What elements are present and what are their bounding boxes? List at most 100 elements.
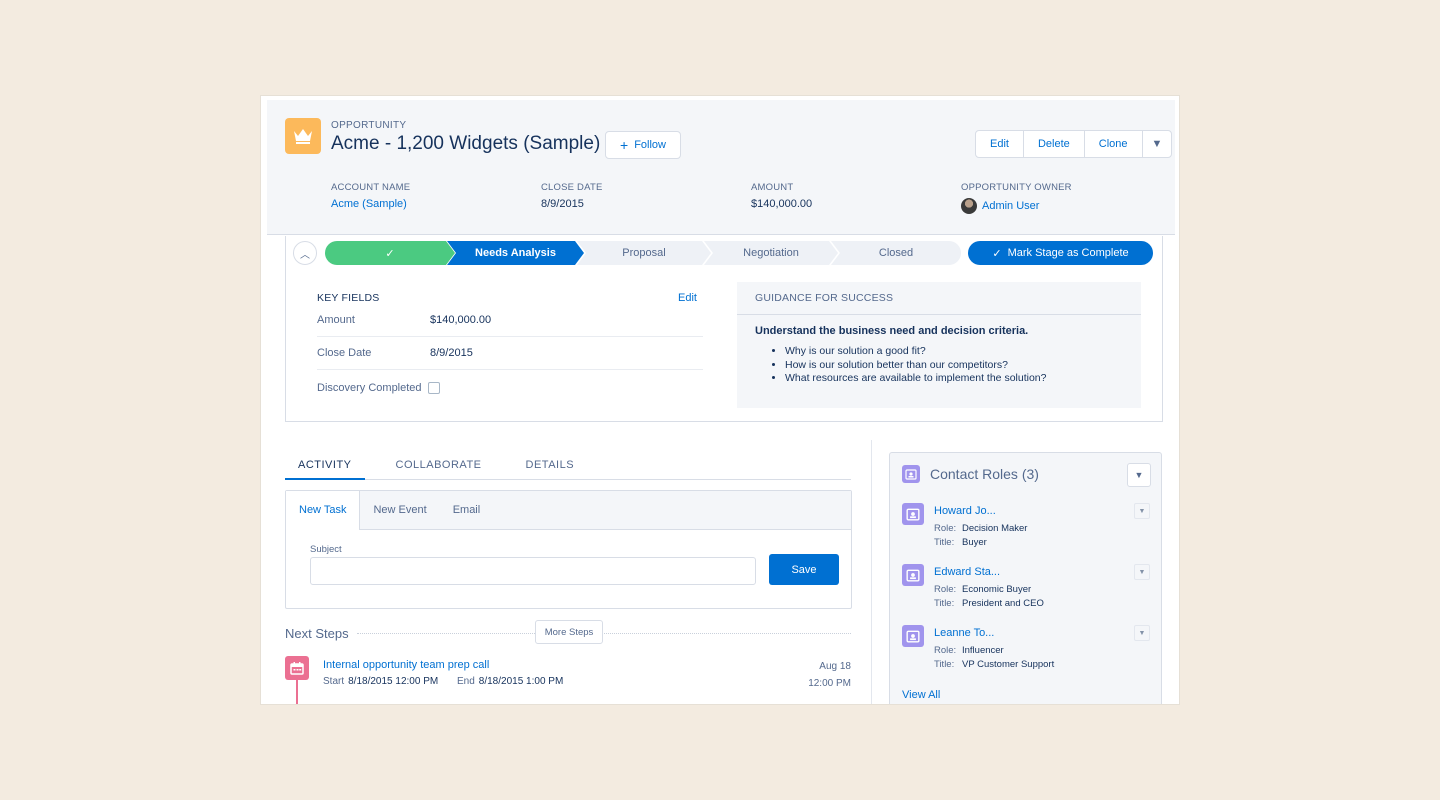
subject-input[interactable] bbox=[310, 557, 756, 585]
field-value: $140,000.00 bbox=[751, 198, 813, 210]
chevron-up-icon: ︿ bbox=[300, 249, 310, 261]
stage-closed[interactable]: Closed bbox=[831, 241, 961, 265]
field-value: $140,000.00 bbox=[430, 314, 492, 326]
event-day: Aug 18 bbox=[819, 661, 851, 672]
contact-name-link[interactable]: Edward Sta... bbox=[934, 566, 1000, 578]
record-type-label: OPPORTUNITY bbox=[331, 120, 407, 131]
role-label: Role: bbox=[934, 584, 957, 595]
tab-collaborate[interactable]: COLLABORATE bbox=[383, 452, 495, 480]
key-fields-edit-link[interactable]: Edit bbox=[678, 292, 697, 304]
clone-button[interactable]: Clone bbox=[1085, 131, 1143, 157]
end-value: 8/18/2015 1:00 PM bbox=[478, 676, 564, 687]
field-label: Close Date bbox=[317, 347, 372, 359]
more-steps-button[interactable]: More Steps bbox=[535, 620, 603, 644]
contact-title: Title: Buyer bbox=[934, 537, 987, 548]
owner-link[interactable]: Admin User bbox=[961, 198, 1072, 214]
header-field-account: ACCOUNT NAME Acme (Sample) bbox=[331, 182, 410, 210]
contact-name-link[interactable]: Leanne To... bbox=[934, 627, 994, 639]
caret-down-icon: ▼ bbox=[1138, 568, 1146, 576]
field-value: 8/9/2015 bbox=[430, 347, 473, 359]
key-field-discovery: Discovery Completed bbox=[317, 370, 703, 406]
view-all-link[interactable]: View All bbox=[902, 689, 940, 701]
title-value: President and CEO bbox=[962, 598, 1044, 609]
contact-roles-header: Contact Roles (3) bbox=[902, 465, 1039, 483]
row-menu-button[interactable]: ▼ bbox=[1134, 625, 1150, 641]
row-menu-button[interactable]: ▼ bbox=[1134, 564, 1150, 580]
end-label: End bbox=[456, 676, 475, 687]
stage-proposal[interactable]: Proposal bbox=[577, 241, 711, 265]
stage-needs-analysis[interactable]: Needs Analysis bbox=[447, 241, 584, 265]
title-label: Title: bbox=[934, 537, 955, 548]
record-header: OPPORTUNITY Acme - 1,200 Widgets (Sample… bbox=[267, 100, 1175, 235]
event-date: Aug 18 12:00 PM bbox=[808, 658, 851, 692]
tab-activity[interactable]: ACTIVITY bbox=[285, 452, 365, 480]
mark-stage-complete-button[interactable]: ✓ Mark Stage as Complete bbox=[968, 241, 1153, 265]
record-actions: Edit Delete Clone ▼ bbox=[975, 130, 1173, 158]
follow-label: Follow bbox=[634, 139, 666, 151]
stage-negotiation[interactable]: Negotiation bbox=[704, 241, 838, 265]
event-icon bbox=[285, 656, 309, 680]
field-label: AMOUNT bbox=[751, 182, 794, 193]
title-value: VP Customer Support bbox=[962, 659, 1055, 670]
field-label: OPPORTUNITY OWNER bbox=[961, 182, 1072, 193]
save-button[interactable]: Save bbox=[769, 554, 839, 585]
field-label: Amount bbox=[317, 314, 355, 326]
discovery-completed-checkbox[interactable] bbox=[427, 382, 440, 394]
title-value: Buyer bbox=[962, 537, 987, 548]
contact-title: Title: President and CEO bbox=[934, 598, 1044, 609]
more-actions-button[interactable]: ▼ bbox=[1143, 131, 1172, 157]
collapse-button[interactable]: ︿ bbox=[293, 241, 317, 265]
check-icon: ✓ bbox=[992, 247, 1002, 260]
role-value: Influencer bbox=[962, 645, 1004, 656]
tab-new-task[interactable]: New Task bbox=[286, 491, 361, 530]
contact-roles-title[interactable]: Contact Roles (3) bbox=[930, 466, 1039, 482]
contact-roles-menu-button[interactable]: ▼ bbox=[1127, 463, 1151, 487]
role-label: Role: bbox=[934, 523, 957, 534]
title-label: Title: bbox=[934, 659, 955, 670]
caret-down-icon: ▼ bbox=[1138, 507, 1146, 515]
tab-new-event[interactable]: New Event bbox=[360, 491, 439, 529]
list-item: Howard Jo... Role: Decision Maker Title: B… bbox=[902, 503, 1152, 557]
edit-button[interactable]: Edit bbox=[976, 131, 1024, 157]
stage-complete[interactable]: ✓ bbox=[325, 241, 455, 265]
caret-down-icon: ▼ bbox=[1134, 470, 1144, 480]
event-times: Start 8/18/2015 12:00 PM End 8/18/2015 1:0… bbox=[323, 676, 563, 687]
contact-role: Role: Decision Maker bbox=[934, 523, 1027, 534]
header-field-amount: AMOUNT $140,000.00 bbox=[751, 182, 812, 210]
opportunity-record-page: OPPORTUNITY Acme - 1,200 Widgets (Sample… bbox=[260, 95, 1180, 705]
contact-icon bbox=[902, 625, 924, 647]
list-item: Leanne To... Role: Influencer Title: VP Cu… bbox=[902, 625, 1152, 679]
field-value: 8/9/2015 bbox=[541, 198, 584, 210]
key-field-amount: Amount $140,000.00 bbox=[317, 304, 703, 337]
delete-button[interactable]: Delete bbox=[1024, 131, 1085, 157]
guidance-list: Why is our solution a good fit? How is o… bbox=[737, 345, 1141, 386]
role-value: Decision Maker bbox=[962, 523, 1028, 534]
title-label: Title: bbox=[934, 598, 955, 609]
account-name-link[interactable]: Acme (Sample) bbox=[331, 198, 410, 210]
key-fields: KEY FIELDS Edit Amount $140,000.00 Close… bbox=[317, 292, 703, 406]
key-fields-heading: KEY FIELDS bbox=[317, 292, 380, 304]
avatar bbox=[961, 198, 977, 214]
tab-email[interactable]: Email bbox=[440, 491, 494, 529]
divider bbox=[357, 633, 851, 634]
timeline-line bbox=[296, 680, 298, 704]
activity-publisher: New Task New Event Email Subject Save bbox=[285, 490, 852, 609]
caret-down-icon: ▼ bbox=[1138, 629, 1146, 637]
event-title-link[interactable]: Internal opportunity team prep call bbox=[323, 659, 489, 671]
header-field-close-date: CLOSE DATE 8/9/2015 bbox=[541, 182, 602, 210]
event-time: 12:00 PM bbox=[808, 678, 851, 689]
subject-label: Subject bbox=[310, 544, 342, 555]
follow-button[interactable]: + Follow bbox=[605, 131, 681, 159]
caret-down-icon: ▼ bbox=[1151, 138, 1163, 150]
tab-details[interactable]: DETAILS bbox=[513, 452, 588, 480]
crown-icon bbox=[285, 118, 321, 154]
role-value: Economic Buyer bbox=[962, 584, 1032, 595]
field-label: ACCOUNT NAME bbox=[331, 182, 411, 193]
page-title: Acme - 1,200 Widgets (Sample) bbox=[331, 133, 601, 154]
mark-stage-label: Mark Stage as Complete bbox=[1007, 247, 1129, 259]
owner-name: Admin User bbox=[982, 200, 1040, 212]
row-menu-button[interactable]: ▼ bbox=[1134, 503, 1150, 519]
record-tabs: ACTIVITY COLLABORATE DETAILS bbox=[285, 452, 851, 480]
key-fields-header: KEY FIELDS Edit bbox=[317, 292, 703, 304]
contact-name-link[interactable]: Howard Jo... bbox=[934, 505, 996, 517]
